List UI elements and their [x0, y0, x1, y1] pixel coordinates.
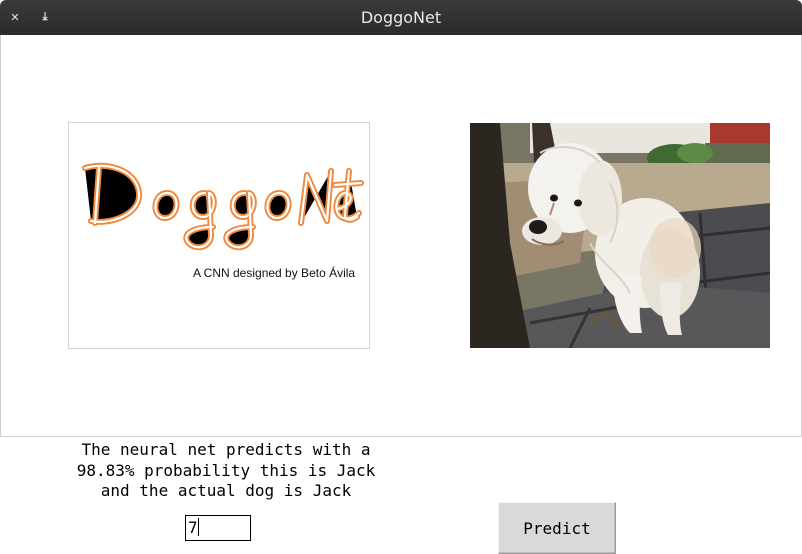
prediction-line: and the actual dog is Jack	[100, 481, 352, 500]
prediction-line: 98.83% probability this is Jack	[76, 460, 376, 480]
predict-button[interactable]: Predict	[498, 502, 616, 554]
window-title: DoggoNet	[360, 8, 442, 27]
image-index-value: 7	[188, 518, 198, 537]
prediction-line: The neural net predicts with a	[81, 440, 371, 459]
doggonet-logo: A CNN designed by Beto Ávila	[68, 122, 370, 349]
prediction-text: The neural net predicts with a 98.83% pr…	[40, 440, 412, 502]
window-titlebar: ✕ ⤓ DoggoNet	[0, 0, 802, 35]
image-index-input[interactable]: 7	[185, 515, 251, 541]
dog-photo-icon	[470, 123, 770, 348]
logo-caption: A CNN designed by Beto Ávila	[193, 266, 356, 280]
dog-photo	[470, 123, 770, 348]
image-canvas: A CNN designed by Beto Ávila	[0, 35, 802, 437]
doggonet-wordmark-icon	[69, 123, 371, 350]
text-caret	[197, 518, 199, 536]
